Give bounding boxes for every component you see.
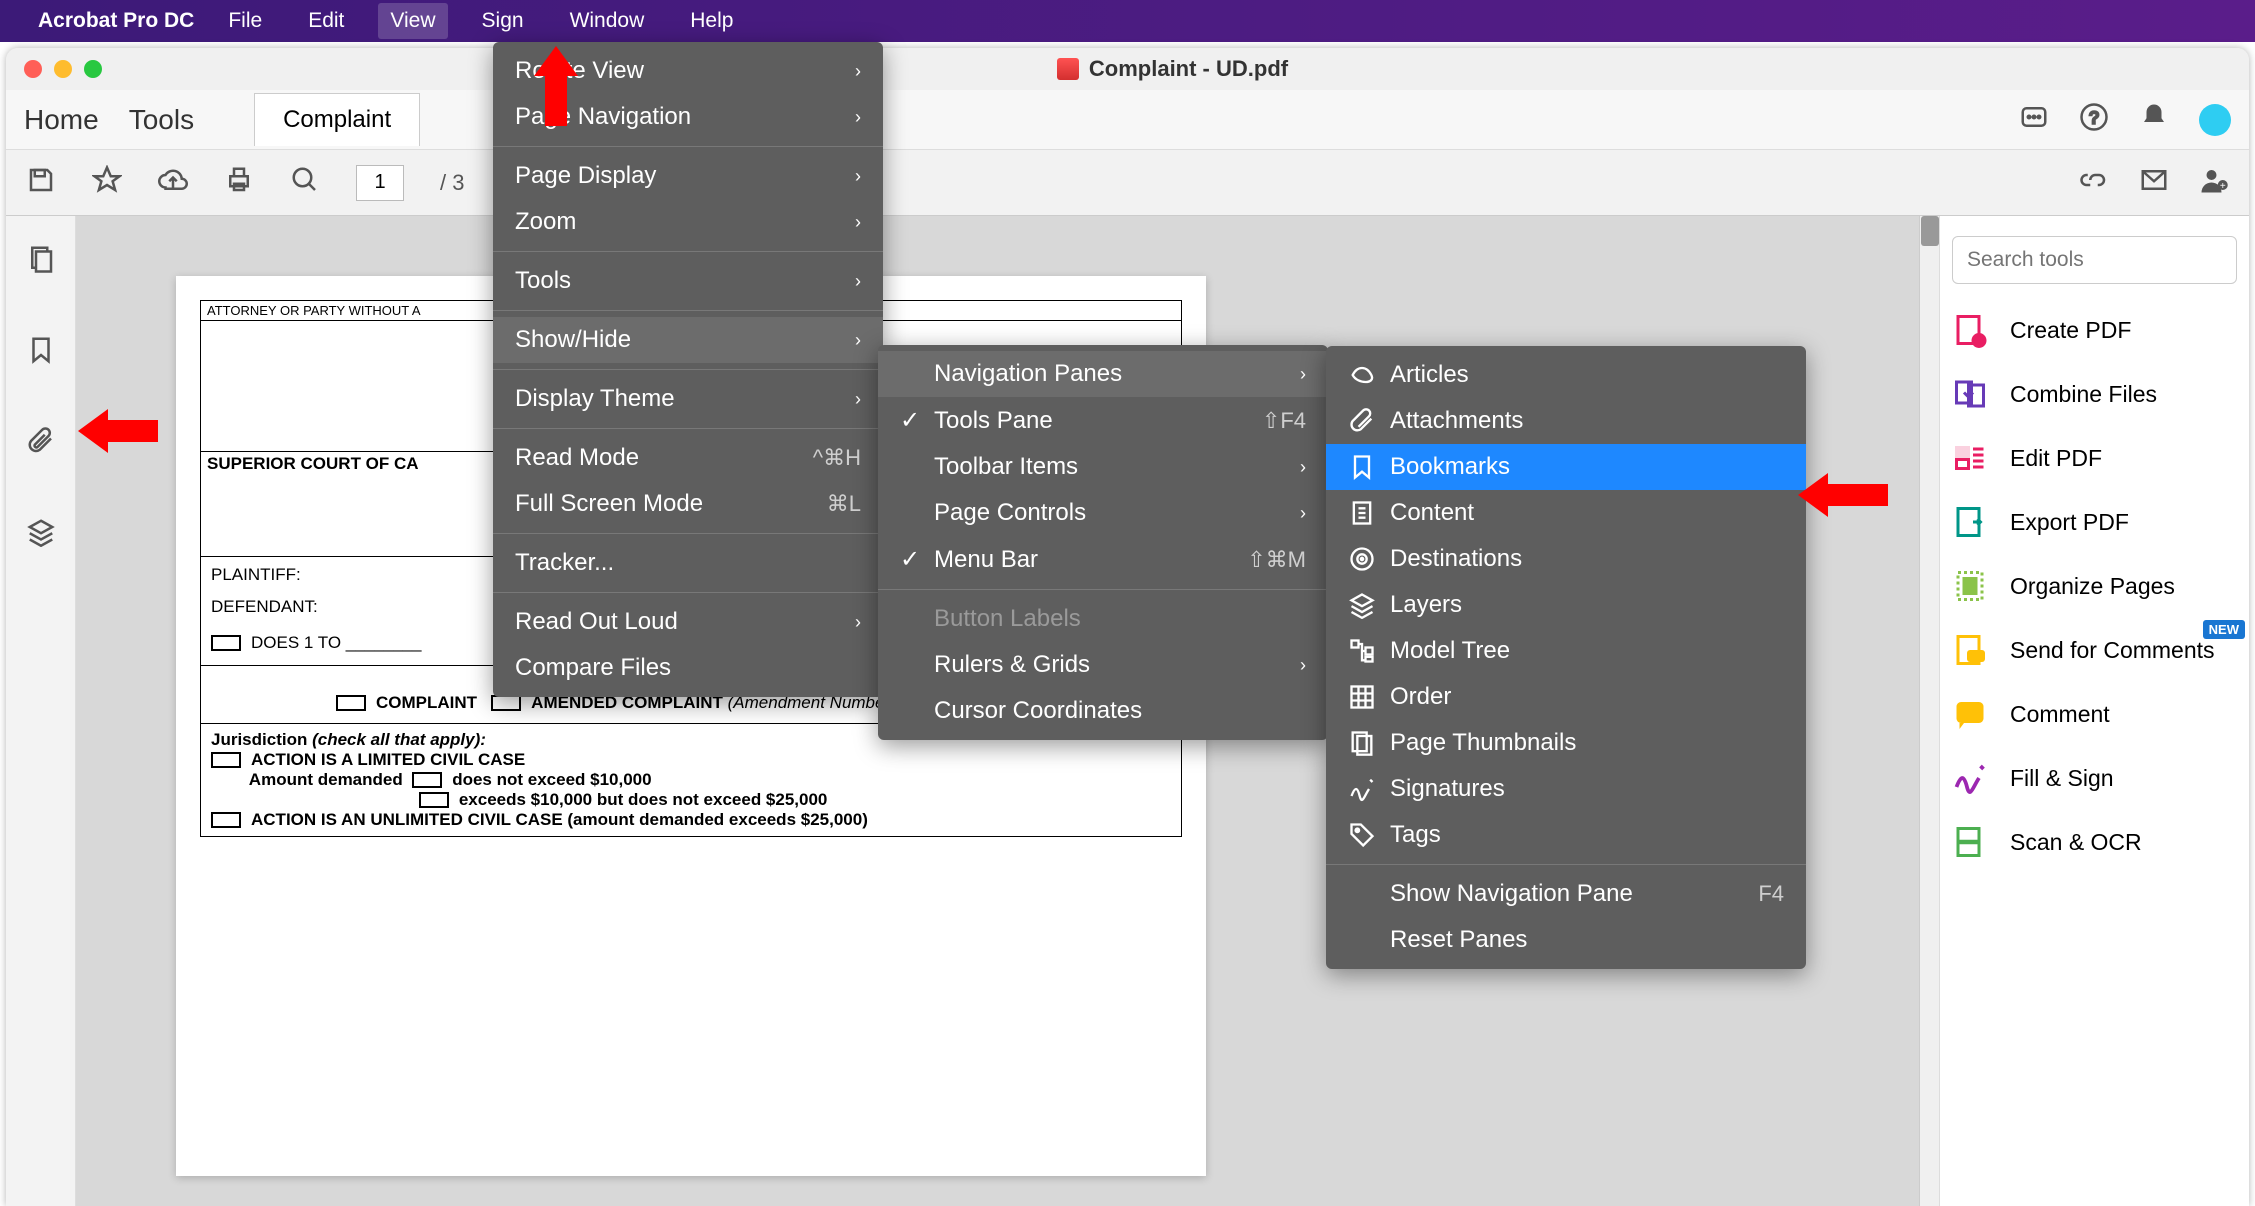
- close-window-icon[interactable]: [24, 60, 42, 78]
- view-menu: Rotate View›Page Navigation›Page Display…: [493, 42, 883, 697]
- new-badge: NEW: [2203, 620, 2245, 639]
- app-name: Acrobat Pro DC: [38, 9, 194, 33]
- navpanes-submenu: ArticlesAttachmentsBookmarksContentDesti…: [1326, 346, 1806, 969]
- maximize-window-icon[interactable]: [84, 60, 102, 78]
- navpane-menu-item-content[interactable]: Content: [1326, 490, 1806, 536]
- showhide-menu-item[interactable]: Navigation Panes›: [878, 351, 1328, 397]
- left-nav-rail: [6, 216, 76, 1206]
- link-icon[interactable]: [2079, 165, 2109, 200]
- navpane-footer-item[interactable]: Reset Panes: [1326, 917, 1806, 963]
- bookmarks-rail-icon[interactable]: [26, 335, 56, 370]
- star-icon[interactable]: [92, 165, 122, 200]
- tool-scan-ocr[interactable]: Scan & OCR: [1952, 824, 2237, 860]
- annotation-arrow-bookmarks-menu: [1798, 473, 1888, 517]
- add-user-icon[interactable]: +: [2199, 165, 2229, 200]
- menubar-help[interactable]: Help: [678, 3, 745, 39]
- tool-comment[interactable]: Comment: [1952, 696, 2237, 732]
- tools-panel: +Create PDF Combine Files Edit PDF Expor…: [1939, 216, 2249, 1206]
- navpane-menu-item-order[interactable]: Order: [1326, 674, 1806, 720]
- view-menu-item[interactable]: Tracker...: [493, 540, 883, 586]
- window-title: Complaint - UD.pdf: [1089, 56, 1288, 82]
- search-tools-input[interactable]: [1952, 236, 2237, 284]
- tool-export-pdf[interactable]: Export PDF: [1952, 504, 2237, 540]
- help-icon[interactable]: ?: [2079, 102, 2109, 137]
- minimize-window-icon[interactable]: [54, 60, 72, 78]
- tool-create-pdf[interactable]: +Create PDF: [1952, 312, 2237, 348]
- save-icon[interactable]: [26, 165, 56, 200]
- annotation-arrow-view: [528, 46, 578, 126]
- page-thumbnails-icon[interactable]: [26, 244, 56, 279]
- layers-rail-icon[interactable]: [26, 517, 56, 552]
- svg-text:+: +: [1975, 334, 1982, 348]
- page-number-input[interactable]: [356, 165, 404, 201]
- showhide-menu-item[interactable]: ✓Menu Bar⇧⌘M: [878, 536, 1328, 583]
- print-icon[interactable]: [224, 165, 254, 200]
- svg-text:+: +: [2220, 181, 2226, 192]
- view-menu-item[interactable]: Read Mode^⌘H: [493, 435, 883, 481]
- showhide-menu-item: Button Labels: [878, 596, 1328, 642]
- navpane-footer-item[interactable]: Show Navigation PaneF4: [1326, 871, 1806, 917]
- menubar-window[interactable]: Window: [558, 3, 657, 39]
- pdf-file-icon: [1057, 58, 1079, 80]
- email-icon[interactable]: [2139, 165, 2169, 200]
- tool-fill-sign[interactable]: Fill & Sign: [1952, 760, 2237, 796]
- menubar-sign[interactable]: Sign: [470, 3, 536, 39]
- tool-send-for-comments[interactable]: Send for CommentsNEW: [1952, 632, 2237, 668]
- view-menu-item[interactable]: Read Out Loud›: [493, 599, 883, 645]
- cloud-upload-icon[interactable]: [158, 165, 188, 200]
- nav-tools[interactable]: Tools: [129, 104, 194, 136]
- page-total-label: / 3: [440, 170, 464, 196]
- navpane-menu-item-bookmarks[interactable]: Bookmarks: [1326, 444, 1806, 490]
- showhide-submenu: Navigation Panes›✓Tools Pane⇧F4Toolbar I…: [878, 345, 1328, 740]
- titlebar: Complaint - UD.pdf: [6, 48, 2249, 90]
- vertical-scrollbar[interactable]: [1919, 216, 1939, 1206]
- navpane-menu-item-page-thumbnails[interactable]: Page Thumbnails: [1326, 720, 1806, 766]
- showhide-menu-item[interactable]: Page Controls›: [878, 490, 1328, 536]
- main-toolbar: / 3 +: [6, 150, 2249, 216]
- tool-organize-pages[interactable]: Organize Pages: [1952, 568, 2237, 604]
- navpane-menu-item-articles[interactable]: Articles: [1326, 352, 1806, 398]
- showhide-menu-item[interactable]: Cursor Coordinates: [878, 688, 1328, 734]
- tool-combine-files[interactable]: Combine Files: [1952, 376, 2237, 412]
- attachments-rail-icon[interactable]: [26, 426, 56, 461]
- tool-edit-pdf[interactable]: Edit PDF: [1952, 440, 2237, 476]
- view-menu-item[interactable]: Compare Files: [493, 645, 883, 691]
- menubar-view[interactable]: View: [378, 3, 447, 39]
- navpane-menu-item-signatures[interactable]: Signatures: [1326, 766, 1806, 812]
- notifications-icon[interactable]: [2019, 102, 2049, 137]
- showhide-menu-item[interactable]: Rulers & Grids›: [878, 642, 1328, 688]
- view-menu-item[interactable]: Page Display›: [493, 153, 883, 199]
- bell-icon[interactable]: [2139, 102, 2169, 137]
- top-nav: Home Tools Complaint ?: [6, 90, 2249, 150]
- menubar-file[interactable]: File: [216, 3, 274, 39]
- navpane-menu-item-layers[interactable]: Layers: [1326, 582, 1806, 628]
- user-avatar[interactable]: [2199, 104, 2231, 136]
- navpane-menu-item-model-tree[interactable]: Model Tree: [1326, 628, 1806, 674]
- annotation-arrow-bookmarks-rail: [78, 409, 158, 453]
- view-menu-item[interactable]: Full Screen Mode⌘L: [493, 481, 883, 527]
- navpane-menu-item-destinations[interactable]: Destinations: [1326, 536, 1806, 582]
- showhide-menu-item[interactable]: ✓Tools Pane⇧F4: [878, 397, 1328, 444]
- view-menu-item[interactable]: Tools›: [493, 258, 883, 304]
- menubar-edit[interactable]: Edit: [296, 3, 356, 39]
- traffic-lights: [24, 60, 102, 78]
- view-menu-item[interactable]: Display Theme›: [493, 376, 883, 422]
- nav-home[interactable]: Home: [24, 104, 99, 136]
- showhide-menu-item[interactable]: Toolbar Items›: [878, 444, 1328, 490]
- zoom-icon[interactable]: [290, 165, 320, 200]
- svg-text:?: ?: [2089, 107, 2099, 127]
- navpane-menu-item-tags[interactable]: Tags: [1326, 812, 1806, 858]
- document-tab[interactable]: Complaint: [254, 93, 420, 146]
- view-menu-item[interactable]: Show/Hide›: [493, 317, 883, 363]
- navpane-menu-item-attachments[interactable]: Attachments: [1326, 398, 1806, 444]
- macos-menubar: Acrobat Pro DC File Edit View Sign Windo…: [0, 0, 2255, 42]
- view-menu-item[interactable]: Zoom›: [493, 199, 883, 245]
